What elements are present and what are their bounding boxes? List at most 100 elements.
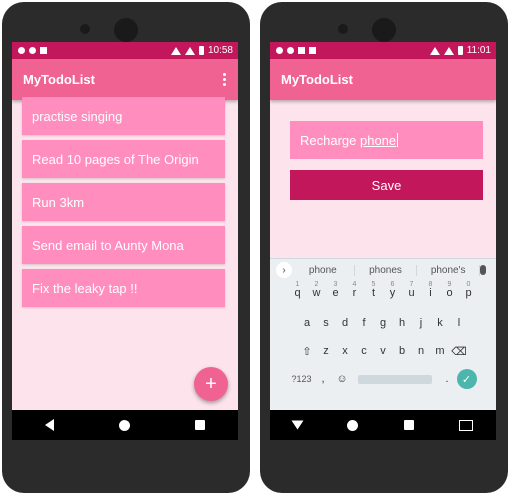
navigation-bar: [12, 410, 238, 440]
key-u[interactable]: u: [402, 287, 421, 299]
shift-icon[interactable]: ⇧: [298, 345, 317, 358]
save-label: Save: [371, 177, 402, 193]
right-screen: 11:01 MyTodoList Recharge phone Save › p…: [270, 42, 496, 440]
overflow-menu-icon[interactable]: [222, 73, 238, 86]
key-row-2: a s d f g h j k l: [270, 317, 496, 329]
key-hint: 7: [409, 281, 414, 288]
key-n[interactable]: n: [412, 345, 431, 358]
save-button[interactable]: Save: [290, 170, 483, 200]
key-r[interactable]: r: [345, 287, 364, 299]
key-hint: 3: [333, 281, 338, 288]
signal-icon: [184, 46, 195, 55]
notification-icon: [298, 47, 305, 54]
suggestion-strip: › phone phones phone's: [270, 259, 496, 281]
signal-icon: [443, 46, 454, 55]
back-icon[interactable]: [291, 420, 304, 430]
key-i[interactable]: i: [421, 287, 440, 299]
key-x[interactable]: x: [336, 345, 355, 358]
status-bar: 11:01: [270, 42, 496, 59]
home-icon[interactable]: [118, 419, 130, 431]
microphone-icon[interactable]: [480, 265, 487, 275]
key-hint: 4: [352, 281, 357, 288]
sync-icon: [29, 47, 36, 54]
symbols-key[interactable]: ?123: [290, 374, 314, 384]
key-f[interactable]: f: [355, 317, 374, 329]
status-bar: 10:58: [12, 42, 238, 59]
key-j[interactable]: j: [412, 317, 431, 329]
suggestion[interactable]: phones: [355, 264, 418, 276]
key-g[interactable]: g: [374, 317, 393, 329]
app-title: MyTodoList: [23, 72, 95, 87]
key-hint: 2: [314, 281, 319, 288]
key-s[interactable]: s: [317, 317, 336, 329]
wifi-icon: [170, 46, 181, 55]
key-y[interactable]: y: [383, 287, 402, 299]
key-e[interactable]: e: [326, 287, 345, 299]
chevron-right-icon[interactable]: ›: [276, 262, 292, 278]
home-icon[interactable]: [347, 419, 359, 431]
todo-item[interactable]: practise singing: [22, 97, 225, 135]
right-front-camera: [338, 24, 348, 34]
key-row-1-hints: 1 2 3 4 5 6 7 8 9 0: [270, 281, 496, 288]
key-d[interactable]: d: [336, 317, 355, 329]
todo-item[interactable]: Send email to Aunty Mona: [22, 226, 225, 264]
backspace-icon[interactable]: ⌫: [450, 345, 469, 358]
sd-card-icon: [309, 47, 316, 54]
key-m[interactable]: m: [431, 345, 450, 358]
recents-icon[interactable]: [195, 420, 206, 430]
todo-item[interactable]: Read 10 pages of The Origin: [22, 140, 225, 178]
battery-icon: [198, 46, 204, 55]
key-h[interactable]: h: [393, 317, 412, 329]
key-c[interactable]: c: [355, 345, 374, 358]
key-row-3: ⇧ z x c v b n m ⌫: [270, 345, 496, 358]
todo-text: Run 3km: [32, 194, 85, 210]
key-hint: 8: [428, 281, 433, 288]
right-speaker: [372, 18, 396, 42]
todo-text: Fix the leaky tap !!: [32, 280, 138, 296]
todo-text: practise singing: [32, 108, 123, 124]
key-b[interactable]: b: [393, 345, 412, 358]
left-speaker: [114, 18, 138, 42]
key-hint: 0: [466, 281, 471, 288]
left-device-frame: 10:58 MyTodoList practise singing Read 1…: [2, 2, 250, 493]
keyboard-icon[interactable]: [459, 419, 474, 431]
key-q[interactable]: q: [288, 287, 307, 299]
add-todo-button[interactable]: +: [194, 367, 228, 401]
status-time: 10:58: [207, 45, 233, 56]
todo-item[interactable]: Fix the leaky tap !!: [22, 269, 225, 307]
check-icon[interactable]: ✓: [456, 369, 477, 389]
key-p[interactable]: p: [459, 287, 478, 299]
battery-icon: [457, 46, 463, 55]
sync-icon: [287, 47, 294, 54]
text-cursor: [397, 133, 399, 147]
suggestion[interactable]: phone: [292, 264, 355, 276]
right-device-frame: 11:01 MyTodoList Recharge phone Save › p…: [260, 2, 508, 493]
todo-input-field[interactable]: Recharge phone: [290, 121, 483, 159]
navigation-bar: [270, 410, 496, 440]
key-v[interactable]: v: [374, 345, 393, 358]
space-key[interactable]: [357, 374, 432, 384]
notification-icon: [40, 47, 47, 54]
key-k[interactable]: k: [431, 317, 450, 329]
back-icon[interactable]: [44, 419, 54, 431]
key-l[interactable]: l: [450, 317, 469, 329]
key-a[interactable]: a: [298, 317, 317, 329]
recents-icon[interactable]: [403, 420, 414, 430]
todo-item[interactable]: Run 3km: [22, 183, 225, 221]
key-o[interactable]: o: [440, 287, 459, 299]
key-t[interactable]: t: [364, 287, 383, 299]
input-text-prefix: Recharge: [300, 132, 360, 148]
key-comma[interactable]: ,: [314, 373, 333, 385]
key-hint: 6: [390, 281, 395, 288]
app-bar: MyTodoList: [12, 59, 238, 100]
shield-icon: [18, 47, 25, 54]
soft-keyboard: › phone phones phone's q w e r t y u i o…: [270, 258, 496, 410]
key-z[interactable]: z: [317, 345, 336, 358]
emoji-icon[interactable]: ☺: [333, 373, 352, 385]
key-hint: 5: [371, 281, 376, 288]
key-w[interactable]: w: [307, 287, 326, 299]
suggestion[interactable]: phone's: [417, 264, 481, 276]
key-period[interactable]: .: [438, 373, 457, 385]
key-hint: 9: [447, 281, 452, 288]
app-title: MyTodoList: [281, 72, 353, 87]
